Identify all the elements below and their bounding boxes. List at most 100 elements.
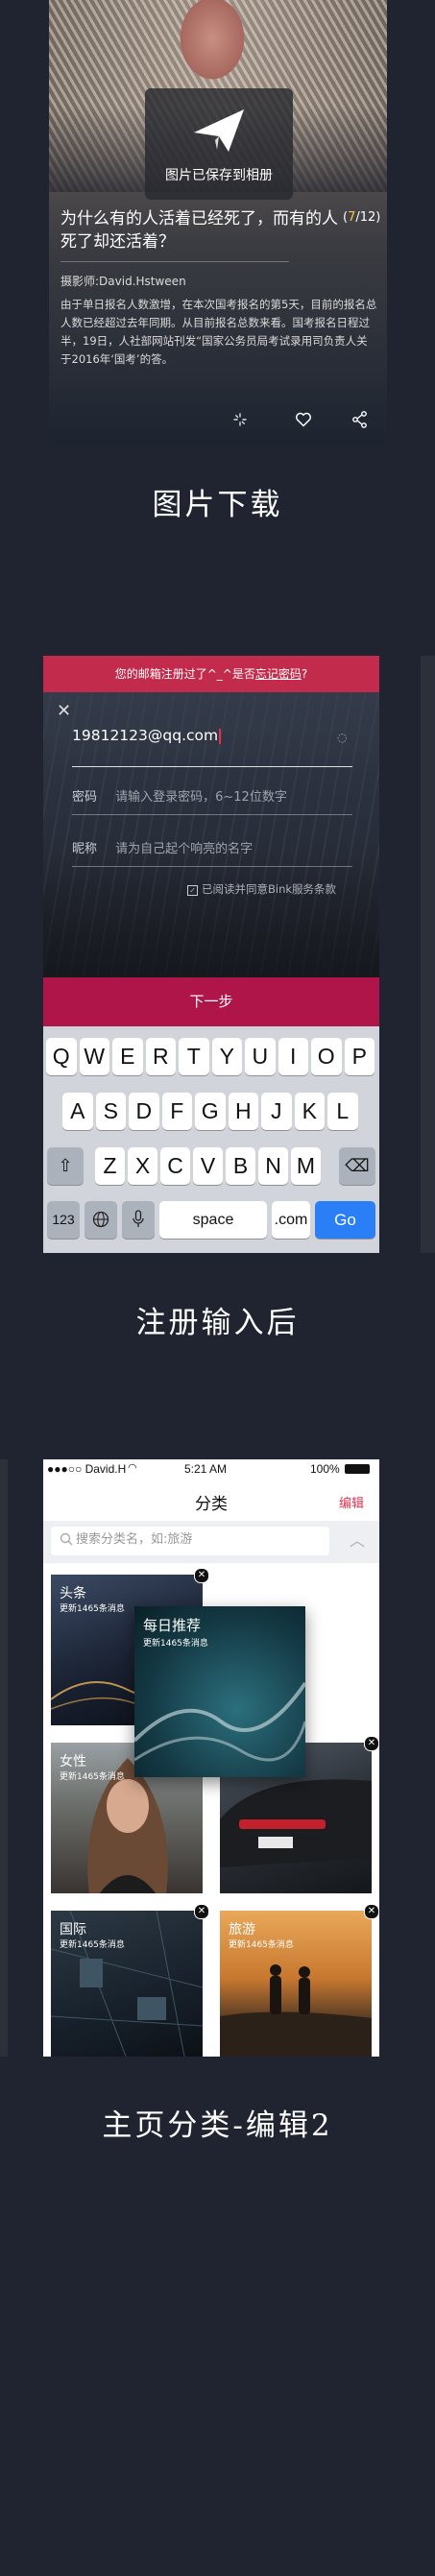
key-v[interactable]: V	[193, 1147, 223, 1185]
key-u[interactable]: U	[245, 1038, 276, 1075]
agreement-checkbox[interactable]: ✓ 已阅读并同意Bink服务条款	[187, 881, 336, 897]
category-card-international[interactable]: 国际 更新1465条消息	[51, 1911, 203, 2057]
edit-button[interactable]: 编辑	[339, 1493, 364, 1511]
nickname-underline	[72, 866, 352, 867]
status-bar: ●●●○○ David.H ◠ 5:21 AM 100%	[43, 1459, 379, 1479]
key-w[interactable]: W	[79, 1038, 109, 1075]
card-subtitle: 更新1465条消息	[60, 1940, 125, 1950]
section-caption-register: 注册输入后	[135, 1306, 300, 1340]
banner-suffix: ?	[301, 667, 308, 681]
agreement-text: 已阅读并同意Bink服务条款	[202, 882, 337, 896]
dotcom-key[interactable]: .com	[272, 1201, 310, 1239]
banner-text: 您的邮箱注册过了^_^是否	[114, 667, 255, 681]
key-t[interactable]: T	[179, 1038, 209, 1075]
next-step-button[interactable]: 下一步	[43, 977, 379, 1026]
category-card-daily-dragging[interactable]: 每日推荐 更新1465条消息	[134, 1606, 305, 1777]
card-name: 女性	[60, 1754, 86, 1769]
email-registered-banner: 您的邮箱注册过了^_^是否忘记密码?	[43, 656, 379, 692]
next-screen-peek	[421, 656, 435, 1253]
key-z[interactable]: Z	[95, 1147, 125, 1185]
key-y[interactable]: Y	[211, 1038, 242, 1075]
article-body: 由于单日报名人数激增，在本次国考报名的第5天，目前的报名总人数已经超过去年同期。…	[60, 298, 377, 366]
delete-badge-icon[interactable]: ✕	[194, 1568, 209, 1583]
card-name: 头条	[60, 1586, 86, 1601]
page-title: 分类	[195, 1495, 228, 1514]
key-j[interactable]: J	[261, 1093, 292, 1130]
article-title: 为什么有的人活着已经死了，而有的人死了却还活着？	[60, 209, 338, 252]
section-caption-category: 主页分类-编辑2	[102, 2108, 333, 2143]
search-placeholder: 搜索分类名，如:旅游	[76, 1532, 193, 1547]
key-f[interactable]: F	[161, 1093, 192, 1130]
checkbox-icon: ✓	[187, 885, 198, 896]
save-toast: 图片已保存到相册	[145, 88, 293, 200]
carrier-signal: ●●●○○ David.H	[47, 1462, 127, 1476]
key-b[interactable]: B	[226, 1147, 255, 1185]
article-detail-screen: 图片已保存到相册 为什么有的人活着已经死了，而有的人死了却还活着？ (7/12)…	[49, 0, 387, 444]
delete-badge-icon[interactable]: ✕	[194, 1904, 209, 1919]
section-caption-download: 图片下载	[152, 488, 283, 522]
email-underline	[72, 766, 352, 767]
loading-icon	[233, 413, 247, 426]
password-placeholder: 请输入登录密码，6~12位数字	[115, 790, 287, 805]
toast-text: 图片已保存到相册	[165, 168, 273, 183]
text-caret	[219, 728, 222, 744]
key-e[interactable]: E	[112, 1038, 143, 1075]
password-label: 密码	[72, 790, 98, 805]
paper-plane-icon	[194, 109, 244, 152]
key-p[interactable]: P	[344, 1038, 375, 1075]
nickname-field[interactable]: 昵称 请为自己起个响亮的名字	[72, 838, 253, 856]
card-subtitle: 更新1465条消息	[229, 1940, 294, 1950]
prev-screen-peek	[0, 1459, 8, 2057]
divider	[60, 261, 289, 262]
card-name: 每日推荐	[143, 1617, 202, 1634]
background-photo	[43, 656, 379, 977]
password-field[interactable]: 密码 请输入登录密码，6~12位数字	[72, 786, 287, 805]
nickname-placeholder: 请为自己起个响亮的名字	[115, 842, 254, 856]
key-a[interactable]: A	[62, 1093, 93, 1130]
photographer-credit: 摄影师:David.Hstween	[60, 275, 186, 288]
key-g[interactable]: G	[195, 1093, 226, 1130]
share-icon[interactable]	[352, 411, 368, 428]
delete-key[interactable]: ⌫	[339, 1147, 375, 1185]
key-i[interactable]: I	[278, 1038, 308, 1075]
key-l[interactable]: L	[327, 1093, 358, 1130]
card-subtitle: 更新1465条消息	[143, 1639, 208, 1649]
card-subtitle: 更新1465条消息	[60, 1772, 125, 1782]
key-n[interactable]: N	[258, 1147, 288, 1185]
wifi-icon: ◠	[128, 1462, 137, 1474]
email-value: 19812123@qq.com	[72, 727, 219, 744]
delete-badge-icon[interactable]: ✕	[364, 1904, 379, 1919]
category-edit-screen: ●●●○○ David.H ◠ 5:21 AM 100% 分类 编辑 搜索分类名…	[43, 1459, 379, 2057]
search-icon	[60, 1532, 73, 1546]
close-icon[interactable]: ✕	[57, 701, 71, 721]
space-key[interactable]: space	[159, 1201, 267, 1239]
microphone-icon[interactable]	[122, 1201, 155, 1239]
email-input[interactable]: 19812123@qq.com	[72, 727, 222, 744]
globe-icon[interactable]	[85, 1201, 117, 1239]
card-name: 旅游	[229, 1922, 255, 1938]
key-c[interactable]: C	[160, 1147, 190, 1185]
heart-icon[interactable]	[295, 412, 312, 427]
key-o[interactable]: O	[311, 1038, 342, 1075]
clear-input-icon[interactable]: ◌	[337, 731, 347, 744]
battery-icon	[345, 1464, 370, 1474]
key-s[interactable]: S	[95, 1093, 126, 1130]
key-h[interactable]: H	[228, 1093, 258, 1130]
travelers-image	[220, 1964, 372, 2057]
key-k[interactable]: K	[294, 1093, 325, 1130]
chevron-up-icon[interactable]: ︿	[350, 1528, 365, 1551]
key-x[interactable]: X	[128, 1147, 157, 1185]
go-key[interactable]: Go	[315, 1201, 375, 1239]
key-m[interactable]: M	[291, 1147, 321, 1185]
delete-badge-icon[interactable]: ✕	[364, 1736, 379, 1751]
password-underline	[72, 814, 352, 815]
forgot-password-link[interactable]: 忘记密码	[255, 667, 302, 681]
category-card-travel[interactable]: 旅游 更新1465条消息	[220, 1911, 372, 2057]
key-r[interactable]: R	[145, 1038, 176, 1075]
numbers-key[interactable]: 123	[47, 1201, 80, 1239]
shift-key[interactable]: ⇧	[47, 1147, 84, 1185]
battery-percent: 100%	[310, 1462, 340, 1476]
key-d[interactable]: D	[129, 1093, 159, 1130]
key-q[interactable]: Q	[46, 1038, 77, 1075]
nickname-label: 昵称	[72, 842, 98, 856]
